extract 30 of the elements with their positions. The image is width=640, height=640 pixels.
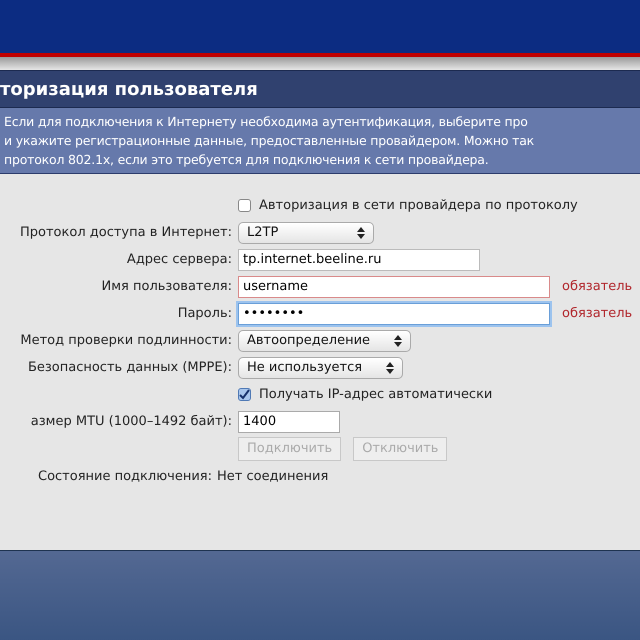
- field-label: Протокол доступа в Интернет:: [20, 224, 232, 240]
- select-arrows-icon: [357, 226, 365, 238]
- field-label: Безопасность данных (MPPE):: [28, 360, 232, 375]
- status-value: Нет соединения: [216, 468, 328, 486]
- required-note: обязатель: [562, 278, 632, 296]
- select-arrows-icon: [394, 334, 402, 346]
- password-field[interactable]: ••••••••: [238, 302, 550, 324]
- input-field[interactable]: tp.internet.beeline.ru: [238, 248, 480, 270]
- description-line: Если для подключения к Интернету необходима аутентификация, выберите про: [4, 113, 529, 131]
- status-label: Состояние подключения:: [38, 468, 212, 486]
- input-field[interactable]: 1400: [238, 410, 340, 432]
- checkbox-label: Получать IP-адрес автоматически: [259, 386, 492, 404]
- checkbox[interactable]: [238, 199, 251, 212]
- dropdown[interactable]: L2TP: [238, 222, 374, 244]
- checkbox-label: Авторизация в сети провайдера по протоколу: [259, 196, 578, 215]
- select-arrows-icon: [386, 362, 394, 374]
- dropdown[interactable]: Автоопределение: [238, 330, 412, 352]
- field-label: Пароль:: [178, 306, 232, 321]
- required-note: обязатель: [562, 304, 632, 323]
- field-label: Адрес сервера:: [126, 252, 232, 267]
- check-icon: [239, 389, 250, 400]
- field-label: азмер MTU (1000–1492 байт):: [30, 414, 232, 429]
- dropdown[interactable]: Не используется: [238, 356, 404, 378]
- description-line: и укажите регистрационные данные, предоставленные провайдером. Можно так: [4, 132, 536, 150]
- checkbox[interactable]: [238, 388, 251, 401]
- input-field[interactable]: username: [238, 276, 550, 298]
- field-label: Метод проверки подлинности:: [20, 332, 232, 348]
- panel-title: торизация пользователя: [0, 78, 258, 102]
- description-line: протокол 802.1x, если это требуется для подключения к сети провайдера.: [4, 151, 490, 169]
- field-label: Имя пользователя:: [102, 278, 232, 294]
